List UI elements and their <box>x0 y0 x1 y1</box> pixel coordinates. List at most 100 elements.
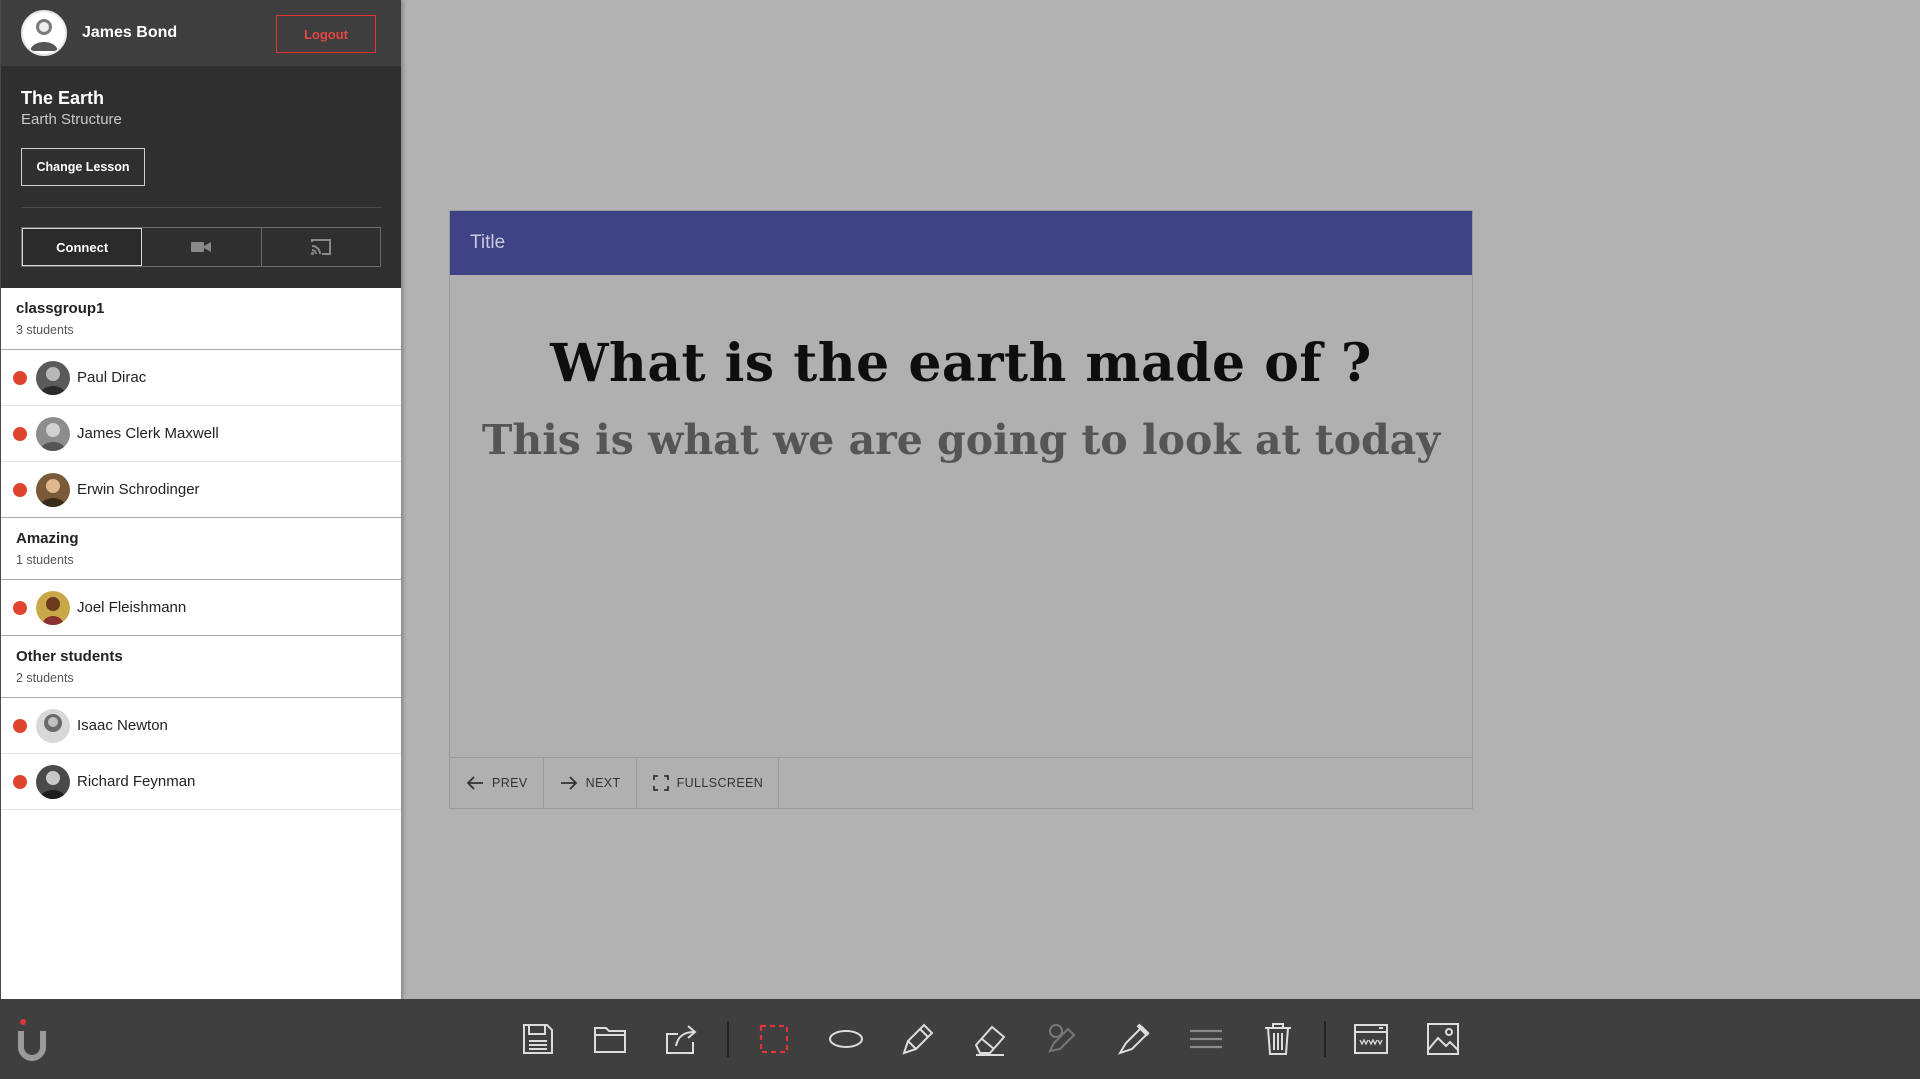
student-photo-icon <box>36 764 70 799</box>
status-dot <box>13 718 27 733</box>
fullscreen-label: FULLSCREEN <box>676 776 764 790</box>
user-bar: James Bond Logout <box>1 0 401 66</box>
web-browser-button[interactable] <box>1349 1017 1393 1061</box>
user-avatar[interactable] <box>21 10 67 56</box>
student-photo-icon <box>36 590 70 625</box>
student-name: Paul Dirac <box>77 369 147 386</box>
lesson-panel: The Earth Earth Structure Change Lesson … <box>1 66 401 288</box>
student-name: James Clerk Maxwell <box>77 425 219 442</box>
student-name: Erwin Schrodinger <box>77 481 200 498</box>
status-dot <box>13 600 27 615</box>
student-avatar <box>36 590 70 625</box>
insert-image-button[interactable] <box>1421 1017 1465 1061</box>
group-count: 1 students <box>16 553 74 567</box>
prev-button[interactable]: PREV <box>450 758 544 808</box>
open-folder-icon <box>594 1027 626 1053</box>
status-dot <box>13 774 27 789</box>
student-row[interactable]: James Clerk Maxwell <box>1 406 401 462</box>
arrow-left-icon <box>466 776 483 790</box>
app-logo-icon <box>18 1019 46 1061</box>
student-row[interactable]: Joel Fleishmann <box>1 580 401 636</box>
logout-button[interactable]: Logout <box>276 15 376 53</box>
student-avatar <box>36 708 70 743</box>
fullscreen-button[interactable]: FULLSCREEN <box>637 758 780 808</box>
ellipse-tool[interactable] <box>824 1017 868 1061</box>
line-width-tool[interactable] <box>1184 1017 1228 1061</box>
student-avatar <box>36 360 70 395</box>
student-row[interactable]: Paul Dirac <box>1 350 401 406</box>
pen-icon <box>902 1023 934 1055</box>
divider <box>21 207 381 208</box>
select-tool[interactable] <box>752 1017 796 1061</box>
delete-button[interactable] <box>1256 1017 1300 1061</box>
toolbar-separator <box>1324 1021 1326 1057</box>
status-dot <box>13 370 27 385</box>
slide-heading: What is the earth made of ? <box>550 333 1372 394</box>
highlighter-icon <box>1048 1024 1076 1053</box>
student-photo-icon <box>36 416 70 451</box>
pen-tool[interactable] <box>896 1017 940 1061</box>
slide-subheading: This is what we are going to look at tod… <box>481 416 1441 464</box>
eraser-icon <box>974 1025 1006 1056</box>
cast-button[interactable] <box>262 228 380 266</box>
slide-panel: Title What is the earth made of ? This i… <box>449 210 1473 809</box>
student-photo-icon <box>36 360 70 395</box>
group-name: classgroup1 <box>16 300 105 317</box>
web-browser-icon <box>1354 1024 1388 1054</box>
marker-tool[interactable] <box>1112 1017 1156 1061</box>
student-photo-icon <box>36 472 70 507</box>
app-logo <box>17 1017 47 1066</box>
group-name: Amazing <box>16 530 79 547</box>
change-lesson-button[interactable]: Change Lesson <box>21 148 145 186</box>
line-width-icon <box>1190 1029 1222 1049</box>
selection-icon <box>759 1024 789 1054</box>
group-name: Other students <box>16 648 123 665</box>
share-icon <box>666 1025 697 1054</box>
slide-header: Title <box>450 211 1472 275</box>
student-row[interactable]: Erwin Schrodinger <box>1 462 401 518</box>
marker-icon <box>1117 1023 1150 1055</box>
open-button[interactable] <box>588 1017 632 1061</box>
save-button[interactable] <box>516 1017 560 1061</box>
connect-button[interactable]: Connect <box>22 228 143 266</box>
group-count: 2 students <box>16 671 74 685</box>
next-label: NEXT <box>585 776 621 790</box>
video-camera-icon <box>191 242 212 252</box>
student-name: Isaac Newton <box>77 717 168 734</box>
student-avatar <box>36 764 70 799</box>
eraser-tool[interactable] <box>968 1017 1012 1061</box>
group-header[interactable]: Other students 2 students <box>1 636 401 698</box>
student-row[interactable]: Richard Feynman <box>1 754 401 810</box>
next-button[interactable]: NEXT <box>544 758 637 808</box>
lesson-title: The Earth <box>21 88 105 108</box>
trash-icon <box>1265 1023 1291 1055</box>
fullscreen-icon <box>652 775 669 791</box>
ellipse-icon <box>829 1030 863 1048</box>
bottom-toolbar <box>0 999 1920 1079</box>
prev-label: PREV <box>492 776 528 790</box>
lesson-subtitle: Earth Structure <box>21 111 122 128</box>
video-button[interactable] <box>142 228 262 266</box>
sidebar: James Bond Logout The Earth Earth Struct… <box>0 0 401 999</box>
group-header[interactable]: classgroup1 3 students <box>1 288 401 350</box>
student-groups: classgroup1 3 students Paul Dirac James … <box>1 288 401 810</box>
cast-icon <box>310 239 331 255</box>
group-count: 3 students <box>16 323 74 337</box>
status-dot <box>13 482 27 497</box>
image-icon <box>1427 1023 1459 1055</box>
arrow-right-icon <box>560 776 577 790</box>
student-avatar <box>36 472 70 507</box>
group-header[interactable]: Amazing 1 students <box>1 518 401 580</box>
toolbar-separator <box>727 1021 729 1057</box>
user-name: James Bond <box>82 24 178 41</box>
student-photo-icon <box>36 708 70 743</box>
student-avatar <box>36 416 70 451</box>
student-row[interactable]: Isaac Newton <box>1 698 401 754</box>
user-avatar-icon <box>30 19 58 51</box>
slide-navigation: PREV NEXT FULLSCREEN <box>450 757 1472 808</box>
save-icon <box>523 1024 553 1054</box>
highlighter-tool[interactable] <box>1040 1017 1084 1061</box>
share-button[interactable] <box>660 1017 704 1061</box>
connection-bar: Connect <box>21 227 381 267</box>
status-dot <box>13 426 27 441</box>
